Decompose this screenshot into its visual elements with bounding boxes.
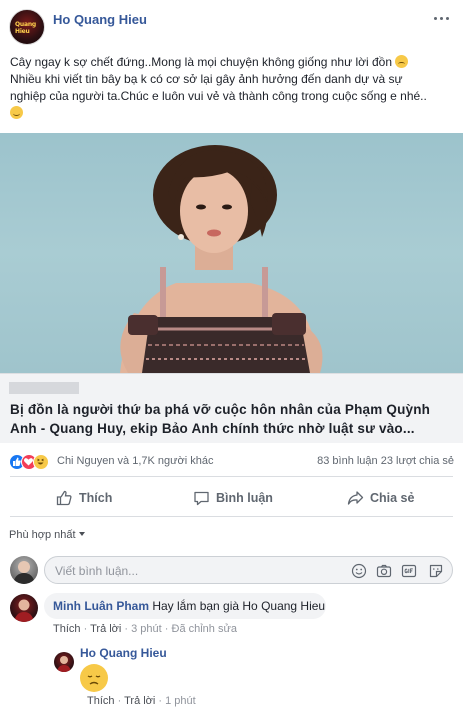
post-text: Cây ngay k sợ chết đứng..Mong là mọi chu… (10, 54, 456, 122)
reply-author-avatar[interactable] (54, 652, 74, 672)
camera-icon[interactable] (376, 563, 392, 579)
post-text-line: nghiệp của người ta.Chúc e luôn vui vẻ v… (10, 89, 427, 103)
post-text-line: Cây ngay k sợ chết đứng..Mong là mọi chu… (10, 55, 393, 69)
gif-icon[interactable] (401, 563, 417, 579)
commenter-avatar[interactable] (10, 594, 38, 622)
comment-meta: Thích · Trả lời · 3 phút · Đã chỉnh sửa (53, 623, 237, 635)
comment-sort-dropdown[interactable]: Phù hợp nhất (9, 529, 85, 541)
caret-down-icon (78, 532, 85, 536)
comment-edited: Đã chỉnh sửa (171, 623, 237, 635)
comment-reply-link[interactable]: Trả lời (90, 623, 121, 635)
post-author-name[interactable]: Ho Quang Hieu (53, 12, 147, 27)
post-header: Quang Hieu Ho Quang Hieu (0, 0, 463, 48)
reactions-summary: Chi Nguyen và 1,7K người khác 83 bình lu… (0, 452, 463, 472)
sticker-icon[interactable] (428, 563, 444, 579)
reply-meta: Thích · Trả lời · 1 phút (87, 695, 196, 707)
comment-author[interactable]: Minh Luân Pham (53, 599, 149, 613)
comment-input[interactable] (55, 562, 335, 579)
current-user-avatar[interactable] (10, 556, 38, 584)
page-avatar[interactable]: Quang Hieu (9, 9, 45, 45)
comment-like-link[interactable]: Thích (53, 623, 81, 635)
comment-share-counts[interactable]: 83 bình luận 23 lượt chia sẻ (317, 455, 454, 467)
sad-face-icon (395, 55, 409, 68)
avatar-text: Quang Hieu (15, 21, 36, 35)
divider (10, 476, 453, 477)
share-button[interactable]: Chia sẻ (347, 482, 414, 514)
woman-portrait-image (120, 145, 323, 373)
link-title-line: Anh - Quang Huy, ekip Bảo Anh chính thức… (10, 421, 415, 436)
link-domain-placeholder (9, 382, 79, 394)
reply-author[interactable]: Ho Quang Hieu (80, 646, 167, 660)
comment-time[interactable]: 3 phút (131, 623, 162, 635)
disappointed-face-icon (80, 664, 108, 692)
emoji-icon[interactable] (351, 563, 367, 579)
link-meta[interactable]: Bị đồn là người thứ ba phá vỡ cuộc hôn n… (0, 373, 463, 443)
sort-label: Phù hợp nhất (9, 529, 76, 541)
comment-composer[interactable] (44, 556, 453, 584)
haha-reaction-icon (33, 454, 49, 470)
post-text-line: Nhiều khi viết tin bây bạ k có cơ sở lại… (10, 72, 403, 86)
like-label: Thích (79, 491, 113, 505)
reaction-icons[interactable] (9, 454, 53, 470)
smile-face-icon (10, 106, 23, 119)
thumbs-up-icon (56, 490, 72, 506)
shared-link-card[interactable]: Bị đồn là người thứ ba phá vỡ cuộc hôn n… (0, 133, 463, 443)
reaction-names[interactable]: Chi Nguyen và 1,7K người khác (57, 455, 213, 467)
comment-button[interactable]: Bình luận (193, 482, 273, 514)
comment-bubble: Minh Luân Pham Hay lắm bạn già Ho Quang … (44, 593, 326, 619)
link-photo[interactable] (0, 133, 463, 373)
divider (10, 516, 453, 517)
link-title[interactable]: Bị đồn là người thứ ba phá vỡ cuộc hôn n… (10, 400, 455, 438)
link-title-line: Bị đồn là người thứ ba phá vỡ cuộc hôn n… (10, 402, 431, 417)
more-options-icon[interactable] (433, 12, 451, 24)
comment-label: Bình luận (216, 491, 273, 505)
post-actions: Thích Bình luận Chia sẻ (0, 482, 463, 514)
comment-text: Hay lắm bạn già Ho Quang Hieu (152, 599, 326, 613)
like-button[interactable]: Thích (56, 482, 112, 514)
comment-bubble-icon (194, 491, 209, 506)
reply-reply-link[interactable]: Trả lời (124, 695, 155, 707)
share-arrow-icon (347, 491, 364, 505)
reply-time[interactable]: 1 phút (165, 695, 196, 707)
share-label: Chia sẻ (370, 491, 415, 505)
reply-like-link[interactable]: Thích (87, 695, 115, 707)
